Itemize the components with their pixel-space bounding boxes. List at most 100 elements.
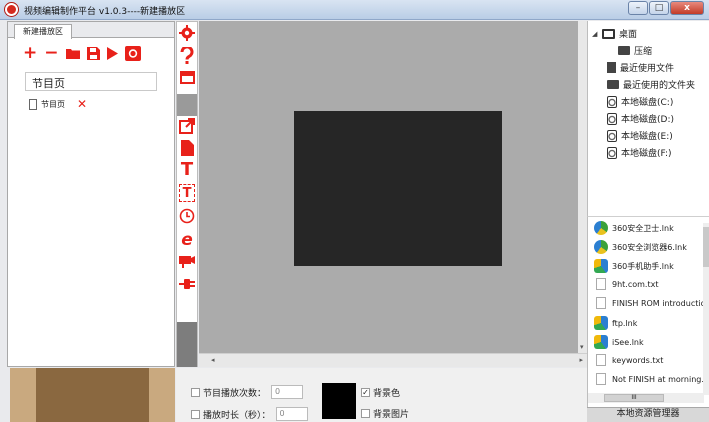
program-toolbar: + − [23,44,148,62]
local-explorer-tab[interactable]: 本地资源管理器 [587,407,709,422]
help-icon[interactable] [179,47,195,65]
bg-image-label: 背景图片 [373,410,410,420]
preview-image [36,368,149,422]
close-button[interactable]: x [670,1,704,15]
file-label: ftp.lnk [612,318,638,328]
file-label: keywords.txt [612,355,664,365]
file-label: iSee.lnk [612,337,644,347]
duration-input[interactable]: 0 [275,407,308,421]
monitor-icon [602,28,615,39]
tree-item-drive-e[interactable]: 本地磁盘(E:) [607,129,673,142]
tree-item-label: 桌面 [619,30,638,40]
textbox-icon[interactable]: T [179,184,195,202]
editing-canvas[interactable]: ▾ ◂ ▸ [199,21,587,367]
plug-icon[interactable] [179,278,195,296]
bg-color-checkbox[interactable]: ✓ [361,388,370,397]
window-title: 视频编辑制作平台 v1.0.3----新建播放区 [24,7,186,17]
document-icon[interactable] [179,140,195,158]
floppy-disk-icon[interactable] [86,46,100,60]
list-item[interactable]: Not FINISH at morning. [594,373,704,385]
program-name-input[interactable]: 节目页 [25,72,157,91]
page-icon [29,98,37,110]
minus-icon[interactable]: − [44,44,58,62]
canvas-horizontal-scrollbar[interactable]: ◂ ▸ [199,353,587,367]
folder-icon [607,80,619,89]
tree-item-drive-d[interactable]: 本地磁盘(D:) [607,112,674,125]
file-label: 360安全浏览器6.lnk [612,242,687,252]
collapse-icon[interactable]: ◢ [592,30,600,38]
title-bar: 视频编辑制作平台 v1.0.3----新建播放区 – □ x [0,0,709,20]
text-file-icon [596,373,606,385]
list-item[interactable]: 360手机助手.lnk [594,259,674,273]
list-item[interactable]: keywords.txt [594,354,663,366]
minimize-button[interactable]: – [628,1,648,15]
play-count-row: 节目播放次数： 0 [191,385,304,399]
play-icon[interactable] [106,46,118,60]
duration-row: 播放时长（秒）： 0 [191,407,308,421]
clock-icon[interactable] [179,208,195,226]
background-color-swatch[interactable] [322,383,356,419]
tree-item-desktop[interactable]: ◢ 桌面 [592,27,637,40]
gear-icon[interactable] [179,25,195,43]
preview-thumbnail[interactable] [10,368,175,422]
scroll-right-icon[interactable]: ▸ [579,356,583,364]
app-shortcut-icon [594,259,608,273]
window-controls: – □ x [627,1,704,15]
scroll-down-icon[interactable]: ▾ [580,343,584,351]
camera-icon[interactable] [179,254,195,272]
toolbar-footer [177,322,197,367]
tree-item-recent-folders[interactable]: 最近使用的文件夹 [607,78,695,91]
play-count-label: 节目播放次数： [203,388,267,399]
program-properties: 节目播放次数： 0 播放时长（秒）： 0 ✓ 背景色 背景图片 [176,368,587,422]
tree-item-label: 本地磁盘(E:) [621,132,673,142]
list-item[interactable]: 360安全浏览器6.lnk [594,240,687,254]
list-item[interactable]: FINISH ROM introductio [594,297,705,309]
app-logo-icon [5,3,18,16]
maximize-button[interactable]: □ [649,1,669,15]
file-label: Not FINISH at morning. [612,374,704,384]
duration-checkbox[interactable] [191,409,200,419]
file-list-hscroll-thumb[interactable]: III [604,394,664,402]
plus-icon[interactable]: + [23,44,37,62]
scroll-left-icon[interactable]: ◂ [211,356,215,364]
list-item[interactable]: ftp.lnk [594,316,637,330]
tab-strip: 新建播放区 [8,22,174,39]
file-list-horizontal-scrollbar[interactable]: III [588,393,704,403]
text-icon[interactable]: T [179,161,195,179]
file-label: 360安全卫士.lnk [612,223,674,233]
external-link-icon[interactable] [179,118,195,136]
play-count-input[interactable]: 0 [271,385,304,399]
toolbar-separator [177,94,197,116]
calendar-icon[interactable] [179,71,195,89]
play-screen[interactable] [294,111,502,266]
disk-icon [607,129,617,142]
folder-open-icon[interactable] [65,47,80,59]
bg-color-row: ✓ 背景色 [361,386,400,399]
delete-icon[interactable]: ✕ [77,97,87,111]
app-shortcut-icon [594,240,608,254]
tree-item-label: 本地磁盘(F:) [621,149,672,159]
tree-item-drive-f[interactable]: 本地磁盘(F:) [607,146,672,159]
file-list-scroll-thumb[interactable] [703,227,709,267]
list-item[interactable]: 9ht.com.txt [594,278,658,290]
browser-icon[interactable]: e [179,231,195,249]
tree-item-drive-c[interactable]: 本地磁盘(C:) [607,95,673,108]
list-item[interactable]: iSee.lnk [594,335,644,349]
document-icon [607,62,616,73]
tree-item-label: 本地磁盘(D:) [621,115,674,125]
bg-image-row: 背景图片 [361,407,409,420]
tree-item-recent-files[interactable]: 最近使用文件 [607,61,674,74]
canvas-vertical-scrollbar[interactable]: ▾ [578,21,587,353]
tab-new-play-area[interactable]: 新建播放区 [14,24,72,39]
play-count-checkbox[interactable] [191,387,200,397]
list-item[interactable]: 节目页 ✕ [29,97,87,111]
text-file-icon [596,278,606,290]
tree-item-compressed[interactable]: 压缩 [618,44,652,57]
bg-image-checkbox[interactable] [361,409,370,418]
list-item[interactable]: 360安全卫士.lnk [594,221,674,235]
app-shortcut-icon [594,335,608,349]
stop-record-icon[interactable] [124,45,141,61]
program-panel: 新建播放区 + − 节目页 节目页 ✕ [7,21,175,367]
file-label: 9ht.com.txt [612,279,659,289]
disk-icon [607,146,617,159]
